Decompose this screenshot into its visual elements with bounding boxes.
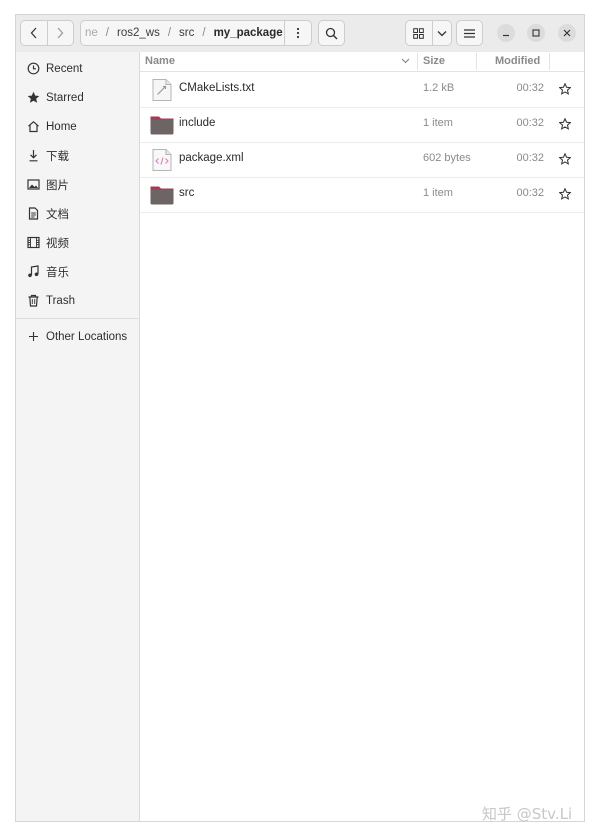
star-icon[interactable] bbox=[559, 188, 571, 200]
xml-file-icon bbox=[152, 149, 172, 171]
breadcrumb-separator: / bbox=[105, 27, 109, 39]
image-icon bbox=[26, 178, 40, 192]
sidebar-item-recent[interactable]: Recent bbox=[16, 54, 138, 83]
file-name: src bbox=[179, 187, 195, 199]
breadcrumb-ros2-ws[interactable]: ros2_ws bbox=[117, 27, 160, 39]
chevron-down-icon bbox=[437, 30, 447, 36]
search-button[interactable] bbox=[318, 20, 345, 46]
star-icon[interactable] bbox=[559, 153, 571, 165]
sidebar-item-other-locations[interactable]: Other Locations bbox=[16, 322, 138, 351]
hamburger-icon bbox=[464, 28, 475, 38]
breadcrumb-separator: / bbox=[202, 27, 206, 39]
sidebar-item-label: Recent bbox=[46, 62, 83, 75]
watermark: 知乎 @Stv.Li bbox=[482, 805, 573, 823]
minimize-icon bbox=[503, 34, 509, 37]
sidebar-divider bbox=[16, 318, 138, 319]
file-size: 1.2 kB bbox=[423, 82, 455, 94]
breadcrumb-home[interactable]: ne bbox=[85, 27, 98, 39]
file-modified: 00:32 bbox=[516, 187, 544, 199]
file-modified: 00:32 bbox=[516, 117, 544, 129]
star-icon bbox=[26, 91, 40, 105]
sidebar-item-label: Trash bbox=[46, 294, 75, 307]
breadcrumb-src[interactable]: src bbox=[179, 27, 194, 39]
sidebar-item-starred[interactable]: Starred bbox=[16, 83, 138, 112]
download-icon bbox=[26, 149, 40, 163]
sidebar: Recent Starred Home 下载 图片 文档 视频 音乐 Trash… bbox=[16, 52, 140, 821]
folder-menu-button[interactable] bbox=[284, 21, 311, 45]
sidebar-item-documents[interactable]: 文档 bbox=[16, 199, 138, 228]
file-name: include bbox=[179, 117, 216, 129]
column-header-name[interactable]: Name bbox=[145, 55, 175, 67]
sidebar-item-label: Starred bbox=[46, 91, 84, 104]
file-manager-window: ne / ros2_ws / src / my_package Recent S… bbox=[15, 14, 585, 822]
file-modified: 00:32 bbox=[516, 82, 544, 94]
clock-icon bbox=[26, 62, 40, 76]
sidebar-item-pictures[interactable]: 图片 bbox=[16, 170, 138, 199]
sidebar-item-trash[interactable]: Trash bbox=[16, 286, 138, 315]
folder-icon bbox=[150, 186, 174, 205]
chevron-right-icon bbox=[57, 27, 64, 39]
star-icon[interactable] bbox=[559, 83, 571, 95]
file-name: CMakeLists.txt bbox=[179, 82, 255, 94]
sidebar-item-label: 文档 bbox=[46, 208, 69, 221]
sidebar-item-home[interactable]: Home bbox=[16, 112, 138, 141]
main-menu-button[interactable] bbox=[456, 20, 483, 46]
chevron-left-icon bbox=[30, 27, 37, 39]
file-list-view: Name Size Modified CMakeLists.txt 1.2 kB… bbox=[140, 52, 584, 821]
close-icon bbox=[563, 29, 571, 37]
folder-icon bbox=[150, 116, 174, 135]
header-bar: ne / ros2_ws / src / my_package bbox=[16, 15, 584, 53]
maximize-button[interactable] bbox=[527, 24, 545, 42]
sidebar-item-label: 音乐 bbox=[46, 266, 69, 279]
file-row[interactable]: CMakeLists.txt 1.2 kB 00:32 bbox=[140, 72, 584, 108]
sidebar-item-music[interactable]: 音乐 bbox=[16, 257, 138, 286]
sidebar-item-label: Home bbox=[46, 120, 77, 133]
sort-chevron-icon[interactable] bbox=[401, 58, 410, 64]
sidebar-item-downloads[interactable]: 下载 bbox=[16, 141, 138, 170]
sidebar-item-label: 图片 bbox=[46, 179, 69, 192]
close-button[interactable] bbox=[558, 24, 576, 42]
file-modified: 00:32 bbox=[516, 152, 544, 164]
column-header-size[interactable]: Size bbox=[423, 55, 445, 67]
file-size: 602 bytes bbox=[423, 152, 471, 164]
grid-view-button[interactable] bbox=[406, 21, 433, 45]
forward-button[interactable] bbox=[48, 21, 74, 45]
file-size: 1 item bbox=[423, 117, 453, 129]
file-row[interactable]: package.xml 602 bytes 00:32 bbox=[140, 142, 584, 178]
script-file-icon bbox=[152, 79, 172, 101]
view-options-dropdown[interactable] bbox=[433, 21, 451, 45]
file-row[interactable]: src 1 item 00:32 bbox=[140, 177, 584, 213]
breadcrumb-separator: / bbox=[167, 27, 172, 39]
column-header-modified[interactable]: Modified bbox=[495, 55, 540, 67]
minimize-button[interactable] bbox=[497, 24, 515, 42]
video-icon bbox=[26, 236, 40, 250]
vertical-dots-icon bbox=[296, 27, 300, 39]
sidebar-item-label: Other Locations bbox=[46, 330, 128, 343]
music-icon bbox=[26, 265, 40, 279]
file-size: 1 item bbox=[423, 187, 453, 199]
grid-icon bbox=[413, 27, 425, 39]
view-toggle-group bbox=[405, 20, 452, 46]
maximize-icon bbox=[532, 29, 540, 37]
file-row[interactable]: include 1 item 00:32 bbox=[140, 107, 584, 143]
home-icon bbox=[26, 120, 40, 134]
path-bar: ne / ros2_ws / src / my_package bbox=[80, 20, 312, 46]
star-icon[interactable] bbox=[559, 118, 571, 130]
document-icon bbox=[26, 207, 40, 221]
plus-icon bbox=[26, 330, 40, 344]
sidebar-item-label: 视频 bbox=[46, 237, 69, 250]
sidebar-item-videos[interactable]: 视频 bbox=[16, 228, 138, 257]
navigation-buttons bbox=[20, 20, 74, 46]
back-button[interactable] bbox=[21, 21, 47, 45]
search-icon bbox=[325, 27, 338, 39]
column-header: Name Size Modified bbox=[140, 52, 584, 72]
trash-icon bbox=[26, 294, 40, 308]
sidebar-item-label: 下载 bbox=[46, 150, 69, 163]
file-name: package.xml bbox=[179, 152, 244, 164]
breadcrumb-current[interactable]: my_package bbox=[214, 27, 283, 39]
